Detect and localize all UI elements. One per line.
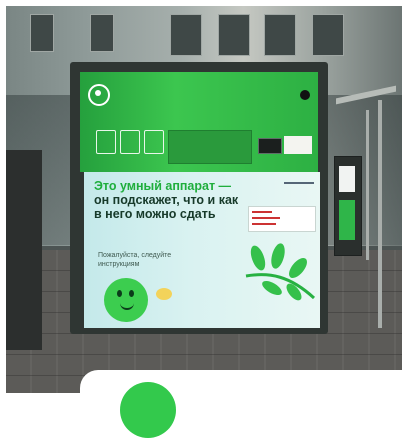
brand-logo-icon (120, 382, 176, 438)
tariff-table (248, 206, 316, 232)
building-window (312, 14, 344, 56)
deposit-slot[interactable] (168, 130, 252, 164)
info-line (284, 182, 314, 184)
plant-icon (245, 243, 316, 301)
logo-icon (88, 84, 110, 106)
mascot-icon (104, 278, 148, 322)
building-window (90, 14, 114, 52)
plant-leaf (250, 245, 266, 271)
headline-green: Это умный аппарат — (94, 179, 232, 193)
instructions-text: Пожалуйста, следуйте инструкциям (98, 252, 172, 268)
mascot-eye (117, 290, 122, 297)
tariff-row (252, 217, 280, 219)
mascot-hand (156, 288, 172, 300)
plant-leaf (271, 243, 285, 269)
plant-leaf (289, 258, 307, 278)
mascot-eye (129, 290, 134, 297)
material-icon (144, 130, 164, 154)
mascot-smile (120, 300, 134, 310)
material-icon (96, 130, 116, 154)
kiosk-screen[interactable] (339, 166, 355, 192)
shelter-pole (378, 100, 382, 328)
headline-dark: он подскажет, что и как в него можно сда… (94, 193, 239, 221)
tariff-row (252, 211, 272, 213)
plant-leaf (262, 281, 282, 295)
shelter-pole (366, 110, 369, 260)
headline: Это умный аппарат — он подскажет, что и … (94, 179, 244, 221)
building-window (30, 14, 54, 52)
building-window (264, 14, 296, 56)
camera-icon (300, 90, 310, 100)
building-window (218, 14, 250, 56)
side-block (6, 150, 42, 350)
building-window (170, 14, 202, 56)
tariff-row (252, 223, 276, 225)
machine-screen[interactable] (258, 138, 282, 154)
info-sticker (284, 136, 312, 154)
material-icon (120, 130, 140, 154)
kiosk-panel (339, 200, 355, 240)
